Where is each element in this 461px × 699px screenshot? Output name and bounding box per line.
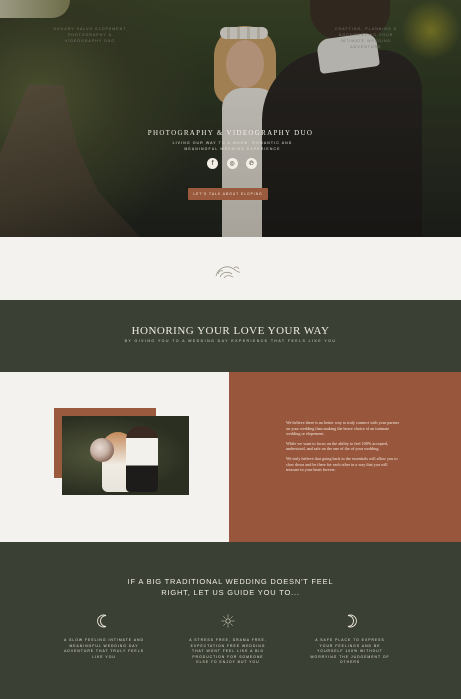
about-paragraph: While we want to focus on the ability to… xyxy=(286,440,389,452)
sun-icon xyxy=(221,614,235,628)
hero-cta-button[interactable]: LET'S TALK ABOUT ELOPING xyxy=(188,188,268,200)
about-text: We believe there is no better way to tru… xyxy=(286,420,401,477)
couple-photo xyxy=(62,416,189,495)
guide-column-text: A SLOW FEELING INTIMATE AND MEANINGFUL W… xyxy=(64,638,144,659)
hero-title: PHOTOGRAPHY & VIDEOGRAPHY DUO xyxy=(147,129,314,137)
social-links: f ◎ ℗ xyxy=(207,158,257,170)
pinterest-icon[interactable]: ℗ xyxy=(246,158,257,169)
page: PHOTOGRAPHY & VIDEOGRAPHY DUO LIVING OUR… xyxy=(0,0,461,699)
crescent-moon-right-icon xyxy=(347,614,357,628)
about-paragraph: We truly believe that going back to the … xyxy=(286,455,398,473)
strip-right-text: CRAFTING, PLANNING & DOCUMENTING YOUR IN… xyxy=(334,27,398,49)
guide-column-text: A STRESS FREE, DRAMA FREE, EXPECTATION F… xyxy=(189,638,267,664)
strip-left-text: SUGARY SALVO ELOPEMENT PHOTOGRAPHY & VID… xyxy=(53,27,127,43)
guide-title: IF A BIG TRADITIONAL WEDDING DOESN'T FEE… xyxy=(127,577,334,597)
guide-column-text: A SAFE PLACE TO EXPRESS YOUR FEELINGS AN… xyxy=(310,638,390,664)
couple-groom xyxy=(126,426,158,492)
facebook-icon[interactable]: f xyxy=(207,158,218,169)
bouquet xyxy=(90,438,114,462)
honoring-subtitle: BY GIVING YOU TO A WEDDING DAY EXPERIENC… xyxy=(124,339,337,343)
crescent-moon-icon xyxy=(97,614,107,628)
hero-subtitle: LIVING OUR WAY TO A WARM, ROMANTIC AND M… xyxy=(172,141,293,151)
honoring-title: HONORING YOUR LOVE YOUR WAY xyxy=(131,325,330,337)
lion-logo-icon xyxy=(215,266,241,279)
instagram-icon[interactable]: ◎ xyxy=(226,158,238,169)
about-paragraph: We believe there is no better way to tru… xyxy=(286,420,400,437)
